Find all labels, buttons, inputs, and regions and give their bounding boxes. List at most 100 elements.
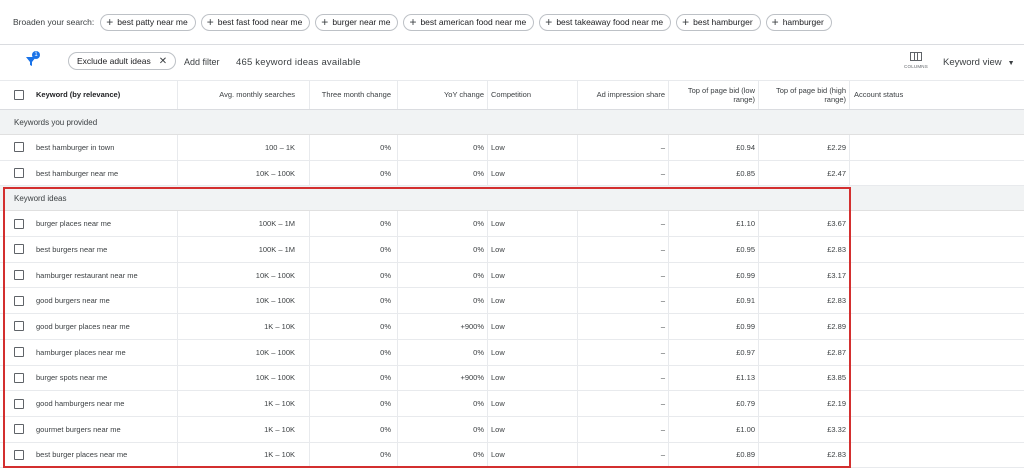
columns-icon [910, 52, 922, 61]
plus-icon: + [771, 15, 779, 29]
broaden-chip[interactable]: + best hamburger [676, 13, 761, 31]
cell-avg-monthly-searches: 100K – 1M [178, 237, 310, 262]
table-row[interactable]: hamburger restaurant near me 10K – 100K 0%… [0, 262, 1024, 289]
cell-yoy-change: 0% [398, 211, 488, 237]
row-checkbox[interactable] [14, 270, 24, 281]
broaden-chip[interactable]: + best patty near me [100, 13, 196, 31]
plus-icon: + [545, 15, 553, 29]
cell-three-month-change: 0% [310, 416, 398, 442]
cell-ad-impression-share: – [578, 288, 669, 314]
header-competition[interactable]: Competition [488, 81, 578, 109]
cell-yoy-change: 0% [398, 160, 488, 186]
cell-keyword: best burger places near me [0, 442, 178, 468]
header-yoy-change[interactable]: YoY change [398, 81, 488, 109]
broaden-chip[interactable]: + best takeaway food near me [539, 13, 672, 31]
cell-competition: Low [488, 262, 578, 288]
cell-bid-low: £0.99 [669, 262, 759, 288]
header-ad-impression-share[interactable]: Ad impression share [578, 81, 669, 109]
broaden-chip[interactable]: + burger near me [315, 13, 399, 31]
header-avg-monthly-searches[interactable]: Avg. monthly searches [178, 81, 310, 109]
cell-keyword: gourmet burgers near me [0, 416, 178, 442]
row-checkbox[interactable] [14, 218, 24, 229]
table-row[interactable]: best burger places near me 1K – 10K 0% 0% Lo… [0, 442, 1024, 469]
header-keyword[interactable]: Keyword (by relevance) [0, 81, 178, 109]
row-checkbox[interactable] [14, 372, 24, 383]
exclude-adult-ideas-chip[interactable]: Exclude adult ideas ✕ [68, 52, 177, 70]
broaden-chip[interactable]: + hamburger [765, 13, 832, 31]
cell-bid-high: £2.29 [759, 135, 850, 160]
row-checkbox[interactable] [14, 244, 24, 255]
table-row[interactable]: good burgers near me 10K – 100K 0% 0% Low – £0… [0, 288, 1024, 315]
table-row[interactable]: hamburger places near me 10K – 100K 0% 0% Lo… [0, 339, 1024, 366]
cell-competition: Low [488, 237, 578, 262]
table-row[interactable]: best hamburger near me 10K – 100K 0% 0% Low –… [0, 160, 1024, 187]
cell-keyword: best hamburger near me [0, 160, 178, 186]
cell-yoy-change: 0% [398, 237, 488, 262]
broaden-chip[interactable]: + best fast food near me [200, 13, 311, 31]
table-row[interactable]: good hamburgers near me 1K – 10K 0% 0% Low – £… [0, 391, 1024, 417]
cell-keyword: best hamburger in town [0, 135, 178, 160]
cell-three-month-change: 0% [310, 211, 398, 237]
filter-toolbar: 1 Exclude adult ideas ✕ Add filter 465 k… [0, 46, 1024, 80]
view-label: Keyword view [943, 57, 1002, 68]
table-row[interactable]: good burger places near me 1K – 10K 0% +900… [0, 314, 1024, 340]
cell-bid-high: £2.83 [759, 237, 850, 262]
keyword-text: burger places near me [36, 219, 112, 229]
cell-account-status [850, 288, 1024, 313]
header-bid-low[interactable]: Top of page bid (low range) [669, 81, 759, 109]
cell-bid-high: £2.89 [759, 314, 850, 339]
cell-bid-high: £2.47 [759, 160, 850, 186]
cell-competition: Low [488, 160, 578, 186]
cell-bid-low: £0.99 [669, 314, 759, 339]
cell-account-status [850, 237, 1024, 262]
cell-account-status [850, 135, 1024, 160]
cell-competition: Low [488, 416, 578, 442]
row-checkbox[interactable] [14, 424, 24, 435]
table-row[interactable]: gourmet burgers near me 1K – 10K 0% 0% Low – £… [0, 416, 1024, 443]
broaden-chip[interactable]: + best american food near me [403, 13, 535, 31]
header-three-month-change[interactable]: Three month change [310, 81, 398, 109]
row-checkbox[interactable] [14, 168, 24, 179]
table-row[interactable]: burger places near me 100K – 1M 0% 0% Low – £1… [0, 211, 1024, 238]
cell-three-month-change: 0% [310, 160, 398, 186]
row-checkbox[interactable] [14, 321, 24, 332]
cell-ad-impression-share: – [578, 365, 669, 391]
row-checkbox[interactable] [14, 398, 24, 409]
row-checkbox[interactable] [14, 347, 24, 358]
cell-bid-low: £0.95 [669, 237, 759, 262]
cell-bid-low: £0.94 [669, 135, 759, 160]
cell-bid-high: £3.67 [759, 211, 850, 237]
cell-ad-impression-share: – [578, 160, 669, 186]
table-row[interactable]: best burgers near me 100K – 1M 0% 0% Low – £0.… [0, 237, 1024, 263]
chip-label: best american food near me [420, 17, 527, 27]
table-row[interactable]: best hamburger in town 100 – 1K 0% 0% Low – £0… [0, 135, 1024, 161]
add-filter-button[interactable]: Add filter [184, 57, 220, 67]
row-checkbox[interactable] [14, 142, 24, 153]
table-row[interactable]: burger spots near me 10K – 100K 0% +900% Low… [0, 365, 1024, 392]
cell-avg-monthly-searches: 100K – 1M [178, 211, 310, 237]
exclude-chip-label: Exclude adult ideas [77, 56, 151, 66]
header-account-status[interactable]: Account status [850, 81, 1024, 109]
cell-avg-monthly-searches: 10K – 100K [178, 262, 310, 288]
cell-three-month-change: 0% [310, 288, 398, 314]
row-checkbox[interactable] [14, 449, 24, 460]
select-all-checkbox[interactable] [14, 90, 24, 100]
chip-label: burger near me [332, 17, 391, 27]
cell-avg-monthly-searches: 1K – 10K [178, 391, 310, 416]
chip-label: best takeaway food near me [556, 17, 664, 27]
chip-label: best hamburger [693, 17, 753, 27]
close-icon[interactable]: ✕ [159, 56, 167, 67]
cell-ad-impression-share: – [578, 391, 669, 416]
header-bid-high[interactable]: Top of page bid (high range) [759, 81, 850, 109]
cell-bid-low: £0.91 [669, 288, 759, 314]
columns-button[interactable]: COLUMNS [903, 52, 929, 69]
chip-label: best fast food near me [217, 17, 303, 27]
cell-bid-high: £2.83 [759, 442, 850, 468]
keyword-view-dropdown[interactable]: Keyword view ▼ [943, 57, 1015, 68]
cell-avg-monthly-searches: 100 – 1K [178, 135, 310, 160]
row-checkbox[interactable] [14, 295, 24, 306]
cell-avg-monthly-searches: 10K – 100K [178, 288, 310, 314]
keyword-text: hamburger restaurant near me [36, 270, 138, 280]
cell-ad-impression-share: – [578, 211, 669, 237]
cell-ad-impression-share: – [578, 442, 669, 468]
